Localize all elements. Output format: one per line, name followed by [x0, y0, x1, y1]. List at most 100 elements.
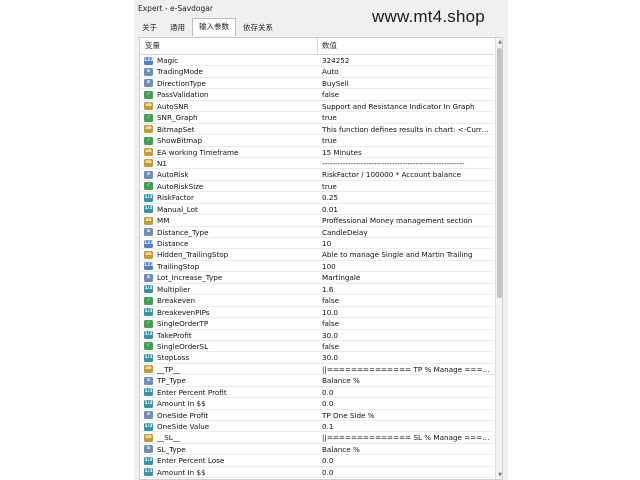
- param-type-str-icon: ab: [144, 250, 153, 259]
- param-value[interactable]: 10: [322, 238, 492, 249]
- table-row[interactable]: 1/2 Multiplier 1.6: [140, 284, 494, 296]
- table-row[interactable]: 123 Magic 324252: [140, 55, 494, 67]
- table-row[interactable]: ≡ AutoRisk RiskFactor / 100000 * Account b…: [140, 169, 494, 181]
- table-row[interactable]: ✓ ShowBitmap true: [140, 135, 494, 147]
- param-value[interactable]: This function defines results in chart: …: [322, 124, 492, 135]
- column-header-value[interactable]: 数值: [322, 38, 337, 54]
- param-value[interactable]: false: [322, 89, 492, 100]
- param-value[interactable]: 15 Minutes: [322, 147, 492, 158]
- table-row[interactable]: 123 Distance 10: [140, 238, 494, 250]
- tab-common[interactable]: 通用: [164, 20, 191, 35]
- param-value[interactable]: 1.6: [322, 284, 492, 295]
- table-row[interactable]: ≡ TradingMode Auto: [140, 66, 494, 78]
- param-value[interactable]: RiskFactor / 100000 * Account balance: [322, 169, 492, 180]
- param-value[interactable]: true: [322, 135, 492, 146]
- table-row[interactable]: 1/2 StopLoss 30.0: [140, 352, 494, 364]
- table-row[interactable]: ≡ OneSide Profit TP One Side %: [140, 410, 494, 421]
- param-value[interactable]: false: [322, 295, 492, 306]
- param-value[interactable]: true: [322, 181, 492, 192]
- param-name: Hidden_TrailingStop: [157, 250, 229, 260]
- column-divider[interactable]: [317, 38, 318, 54]
- table-row[interactable]: 123 TrailingStop 100: [140, 261, 494, 273]
- param-value[interactable]: ----------------------------------------…: [322, 158, 492, 169]
- param-value[interactable]: 324252: [322, 55, 492, 66]
- param-value[interactable]: 0.0: [322, 467, 492, 478]
- param-value[interactable]: 30.0: [322, 330, 492, 341]
- param-value[interactable]: Martingale: [322, 272, 492, 283]
- param-value[interactable]: 0.0: [322, 387, 492, 398]
- param-value[interactable]: 30.0: [322, 352, 492, 363]
- param-name: AutoRiskSize: [157, 181, 204, 191]
- table-row[interactable]: 1/2 Amount In $$ 0.0: [140, 467, 494, 479]
- table-row[interactable]: ab __SL__ ||============== SL % Manage ===…: [140, 432, 494, 444]
- table-row[interactable]: ab EA working Timeframe 15 Minutes: [140, 147, 494, 158]
- param-type-str-icon: ab: [144, 148, 153, 156]
- tab-about[interactable]: 关于: [136, 20, 163, 35]
- table-row[interactable]: ✓ Breakeven false: [140, 295, 494, 307]
- scrollbar-thumb[interactable]: [497, 48, 502, 298]
- param-value[interactable]: CandleDelay: [322, 227, 492, 238]
- table-row[interactable]: ✓ SingleOrderSL false: [140, 341, 494, 353]
- table-row[interactable]: ≡ Distance_Type CandleDelay: [140, 227, 494, 238]
- param-type-dbl-icon: 1/2: [144, 331, 153, 339]
- table-row[interactable]: ✓ PassValidation false: [140, 89, 494, 101]
- param-value[interactable]: ||============== SL % Manage ========...: [322, 432, 492, 443]
- table-row[interactable]: ≡ SL_Type Balance %: [140, 444, 494, 456]
- param-name: Lot_Increase_Type: [157, 273, 223, 283]
- param-value[interactable]: 0.0: [322, 398, 492, 409]
- tab-bar: 关于 通用 输入参数 依存关系: [136, 18, 280, 36]
- table-row[interactable]: ✓ AutoRiskSize true: [140, 181, 494, 193]
- table-row[interactable]: ≡ TP_Type Balance %: [140, 375, 494, 387]
- table-row[interactable]: 1/2 Enter Percent Profit 0.0: [140, 387, 494, 399]
- param-type-dbl-icon: 1/2: [144, 399, 153, 408]
- param-name: TrailingStop: [157, 261, 200, 271]
- param-value[interactable]: 0.0: [322, 455, 492, 466]
- param-value[interactable]: 0.01: [322, 204, 492, 215]
- param-type-str-icon: ab: [144, 365, 153, 374]
- table-row[interactable]: ab BitmapSet This function defines results…: [140, 124, 494, 136]
- table-row[interactable]: ab MM Proffessional Money management secti…: [140, 215, 494, 227]
- table-row[interactable]: 1/2 TakeProfit 30.0: [140, 330, 494, 341]
- table-row[interactable]: ab N1 ------------------------------------…: [140, 158, 494, 170]
- table-row[interactable]: ab __TP__ ||============== TP % Manage ===…: [140, 364, 494, 376]
- param-value[interactable]: Balance %: [322, 444, 492, 455]
- vertical-scrollbar[interactable]: ▲ ▼: [495, 38, 502, 479]
- param-value[interactable]: Proffessional Money management section: [322, 215, 492, 226]
- table-row[interactable]: 1/2 OneSide Value 0.1: [140, 421, 494, 433]
- param-value[interactable]: ||============== TP % Manage ========...: [322, 364, 492, 375]
- param-name: MM: [157, 216, 170, 226]
- param-value[interactable]: 0.25: [322, 192, 492, 203]
- param-value[interactable]: false: [322, 341, 492, 352]
- tab-dependencies[interactable]: 依存关系: [237, 20, 279, 35]
- param-value[interactable]: false: [322, 318, 492, 329]
- table-row[interactable]: 1/2 BreakevenPIPs 10.0: [140, 307, 494, 319]
- param-value[interactable]: Able to manage Single and Martin Trailin…: [322, 249, 492, 260]
- param-value[interactable]: 100: [322, 261, 492, 272]
- tab-inputs[interactable]: 输入参数: [192, 18, 236, 36]
- column-header-variable[interactable]: 变量: [145, 38, 160, 54]
- param-type-dbl-icon: 1/2: [144, 285, 153, 294]
- table-row[interactable]: 1/2 Manual_Lot 0.01: [140, 204, 494, 216]
- scroll-up-arrow-icon[interactable]: ▲: [496, 38, 502, 46]
- param-type-bool-icon: ✓: [144, 113, 153, 122]
- table-row[interactable]: ✓ SingleOrderTP false: [140, 318, 494, 330]
- param-value[interactable]: BuySell: [322, 78, 492, 89]
- param-value[interactable]: Balance %: [322, 375, 492, 386]
- param-value[interactable]: 0.1: [322, 421, 492, 432]
- param-name: Enter Percent Profit: [157, 387, 227, 397]
- param-value[interactable]: 10.0: [322, 307, 492, 318]
- table-row[interactable]: 1/2 Amount In $$ 0.0: [140, 398, 494, 410]
- param-value[interactable]: Support and Resistance Indicator In Grap…: [322, 101, 492, 112]
- param-value[interactable]: true: [322, 112, 492, 123]
- param-value[interactable]: Auto: [322, 66, 492, 77]
- table-row[interactable]: ✓ SNR_Graph true: [140, 112, 494, 124]
- param-value[interactable]: TP One Side %: [322, 410, 492, 421]
- table-row[interactable]: 1/2 Enter Percent Lose 0.0: [140, 455, 494, 467]
- table-row[interactable]: ≡ DirectionType BuySell: [140, 78, 494, 90]
- table-row[interactable]: ab Hidden_TrailingStop Able to manage Sing…: [140, 249, 494, 261]
- table-row[interactable]: 1/2 RiskFactor 0.25: [140, 192, 494, 204]
- table-row[interactable]: ≡ Lot_Increase_Type Martingale: [140, 272, 494, 284]
- table-row[interactable]: ab AutoSNR Support and Resistance Indicato…: [140, 101, 494, 113]
- param-name: SL_Type: [157, 444, 186, 454]
- scroll-down-arrow-icon[interactable]: ▼: [496, 471, 502, 479]
